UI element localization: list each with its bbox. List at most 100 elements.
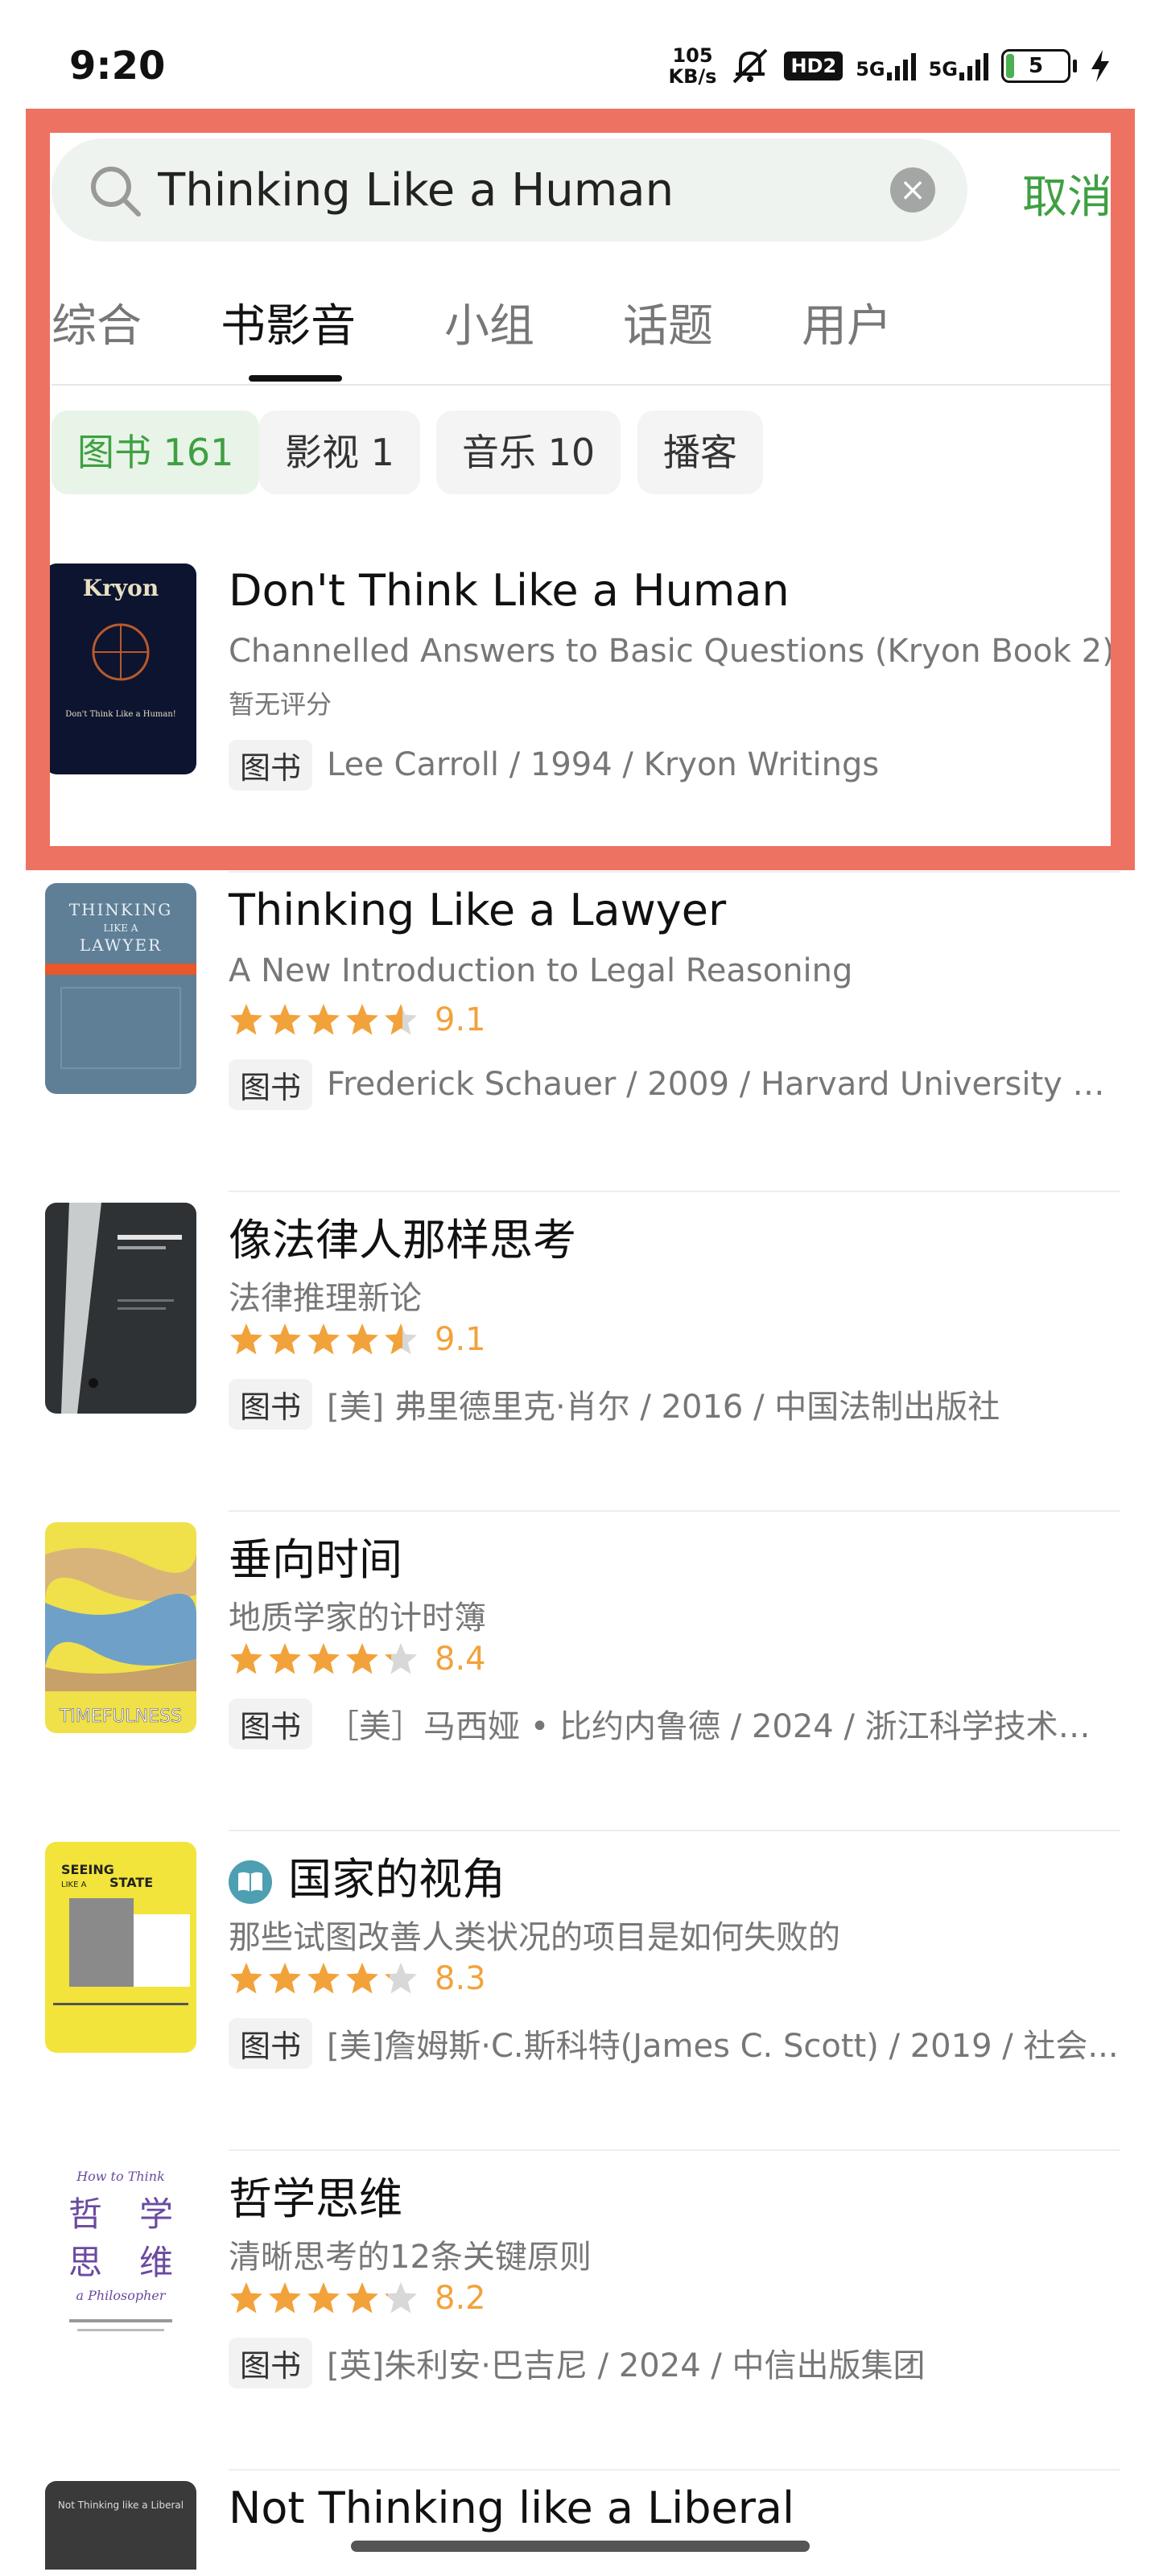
meta-text: [英]朱利安·巴吉尼 / 2024 / 中信出版集团 [327,2347,926,2384]
svg-text:思: 思 [68,2243,102,2282]
tab-groups[interactable]: 小组 [444,290,534,355]
star-full-icon [230,1963,262,1994]
result-meta: 图书 Frederick Schauer / 2009 / Harvard Un… [229,1059,1120,1110]
type-tag: 图书 [229,1059,313,1110]
rating-score: 8.2 [435,2280,486,2317]
star-full-icon [346,1963,378,1994]
svg-text:维: 维 [139,2243,173,2282]
result-title: Not Thinking like a Liberal [229,2483,795,2533]
meta-text: [美] 弗里德里克·肖尔 / 2016 / 中国法制出版社 [327,1389,1000,1426]
result-item[interactable]: Kryon Don't Think Like a Human! Don't Th… [45,555,1120,874]
rating-stars [229,1002,419,1038]
star-full-icon [307,1963,340,1994]
rating-stars [229,2281,419,2316]
cover-brand: Kryon [83,575,159,601]
result-item[interactable]: How to Think 哲 学 思 维 a Philosopher 哲学思维 … [45,2153,1120,2472]
result-item[interactable]: Not Thinking like a Liberal Not Thinking… [45,2473,1120,2570]
svg-text:THINKING: THINKING [69,900,173,919]
rating: 8.2 [229,2276,486,2321]
hd-icon: HD2 [784,52,843,80]
rating-stars [229,1322,419,1357]
item-divider [229,1510,1120,1512]
star-full-icon [307,1323,340,1355]
result-subtitle: A New Introduction to Legal Reasoning [229,952,853,989]
no-rating-label: 暂无评分 [229,689,332,720]
star-half-icon [385,1963,417,1994]
star-full-icon [269,1643,301,1674]
rating: 8.4 [229,1637,486,1682]
result-meta: 图书 Lee Carroll / 1994 / Kryon Writings [229,739,1120,791]
star-full-icon [269,1004,301,1035]
star-full-icon [346,2282,378,2314]
book-cover: THINKING LIKE A LAWYER [45,883,196,1094]
item-divider [229,871,1120,873]
result-title-text: 国家的视角 [288,1854,505,1905]
result-meta: 图书 [美] 弗里德里克·肖尔 / 2016 / 中国法制出版社 [229,1378,1120,1430]
result-item[interactable]: THINKING LIKE A LAWYER Thinking Like a L… [45,875,1120,1194]
chip-music[interactable]: 音乐 10 [436,411,621,494]
clear-search-icon[interactable]: × [890,167,935,213]
rating-score: 9.1 [435,1001,486,1038]
rating: 8.3 [229,1956,486,2001]
result-meta: 图书 ［美］马西娅 • 比约内鲁德 / 2024 / 浙江科学技术出... [229,1698,1120,1749]
tab-users[interactable]: 用户 [802,290,892,355]
result-subtitle: 那些试图改善人类状况的项目是如何失败的 [229,1919,840,1956]
network-speed-value: 105 [672,44,713,67]
star-full-icon [307,1643,340,1674]
active-tab-indicator [249,375,342,382]
cover-title: TIMEFULNESS [59,1707,182,1727]
star-full-icon [307,1004,340,1035]
result-item[interactable]: SEEING LIKE A STATE 国家的视角 那些试图改善人类状况的项目是… [45,1834,1120,2153]
signal-5g-1: 5G [856,52,916,80]
network-speed: 105 KB/s [669,45,717,87]
search-box[interactable]: × [52,138,967,242]
signal-bars-icon [959,52,988,80]
star-full-icon [230,1323,262,1355]
chip-books[interactable]: 图书 161 [52,411,260,494]
home-indicator[interactable] [351,2541,810,2552]
tab-comprehensive[interactable]: 综合 [52,290,142,355]
network-type-label: 5G [856,58,885,80]
svg-text:a Philosopher: a Philosopher [76,2288,166,2303]
mute-icon [733,48,768,84]
rating-stars [229,1641,419,1677]
star-full-icon [269,1323,301,1355]
result-title: 国家的视角 [229,1843,505,1907]
star-full-icon [230,1643,262,1674]
star-full-icon [346,1004,378,1035]
type-tag: 图书 [229,2337,313,2388]
book-cover: Not Thinking like a Liberal [45,2481,196,2570]
result-meta: 图书 [英]朱利安·巴吉尼 / 2024 / 中信出版集团 [229,2337,1120,2388]
signal-bars-icon [886,52,916,80]
svg-text:学: 学 [139,2194,173,2234]
svg-text:STATE: STATE [109,1875,153,1890]
chip-podcasts[interactable]: 播客 [637,411,763,494]
item-divider [229,1830,1120,1831]
signal-5g-2: 5G [929,52,988,80]
chip-movies[interactable]: 影视 1 [259,411,420,494]
tab-topics[interactable]: 话题 [623,290,713,355]
rating-stars [229,1961,419,1996]
svg-text:SEEING: SEEING [61,1862,114,1877]
result-subtitle: 地质学家的计时簿 [229,1600,486,1637]
svg-text:LIKE A: LIKE A [61,1880,87,1889]
svg-text:LAWYER: LAWYER [80,935,162,955]
cancel-button[interactable]: 取消 [1022,161,1112,226]
result-item[interactable]: 像法律人那样思考 法律推理新论 9.1 图书 [美] 弗里德里克·肖尔 / 20… [45,1195,1120,1513]
book-cover: TIMEFULNESS [45,1522,196,1733]
star-half-icon [385,2282,417,2314]
network-speed-unit: KB/s [668,65,717,88]
result-item[interactable]: TIMEFULNESS 垂向时间 地质学家的计时簿 8.4 图书 ［美］马西娅 … [45,1514,1120,1833]
star-full-icon [346,1643,378,1674]
result-subtitle: Channelled Answers to Basic Questions (K… [229,633,1115,670]
tab-books-movies-music[interactable]: 书影音 [221,290,356,355]
result-meta: 图书 [美]詹姆斯·C.斯科特(James C. Scott) / 2019 /… [229,2017,1120,2069]
item-divider [229,2149,1120,2151]
battery-icon: 5 [1001,49,1077,83]
type-tag: 图书 [229,1378,313,1430]
item-divider [229,1191,1120,1192]
search-input[interactable] [158,138,882,242]
meta-text: Lee Carroll / 1994 / Kryon Writings [327,746,880,783]
result-title: Thinking Like a Lawyer [229,885,727,935]
book-cover [45,1203,196,1414]
